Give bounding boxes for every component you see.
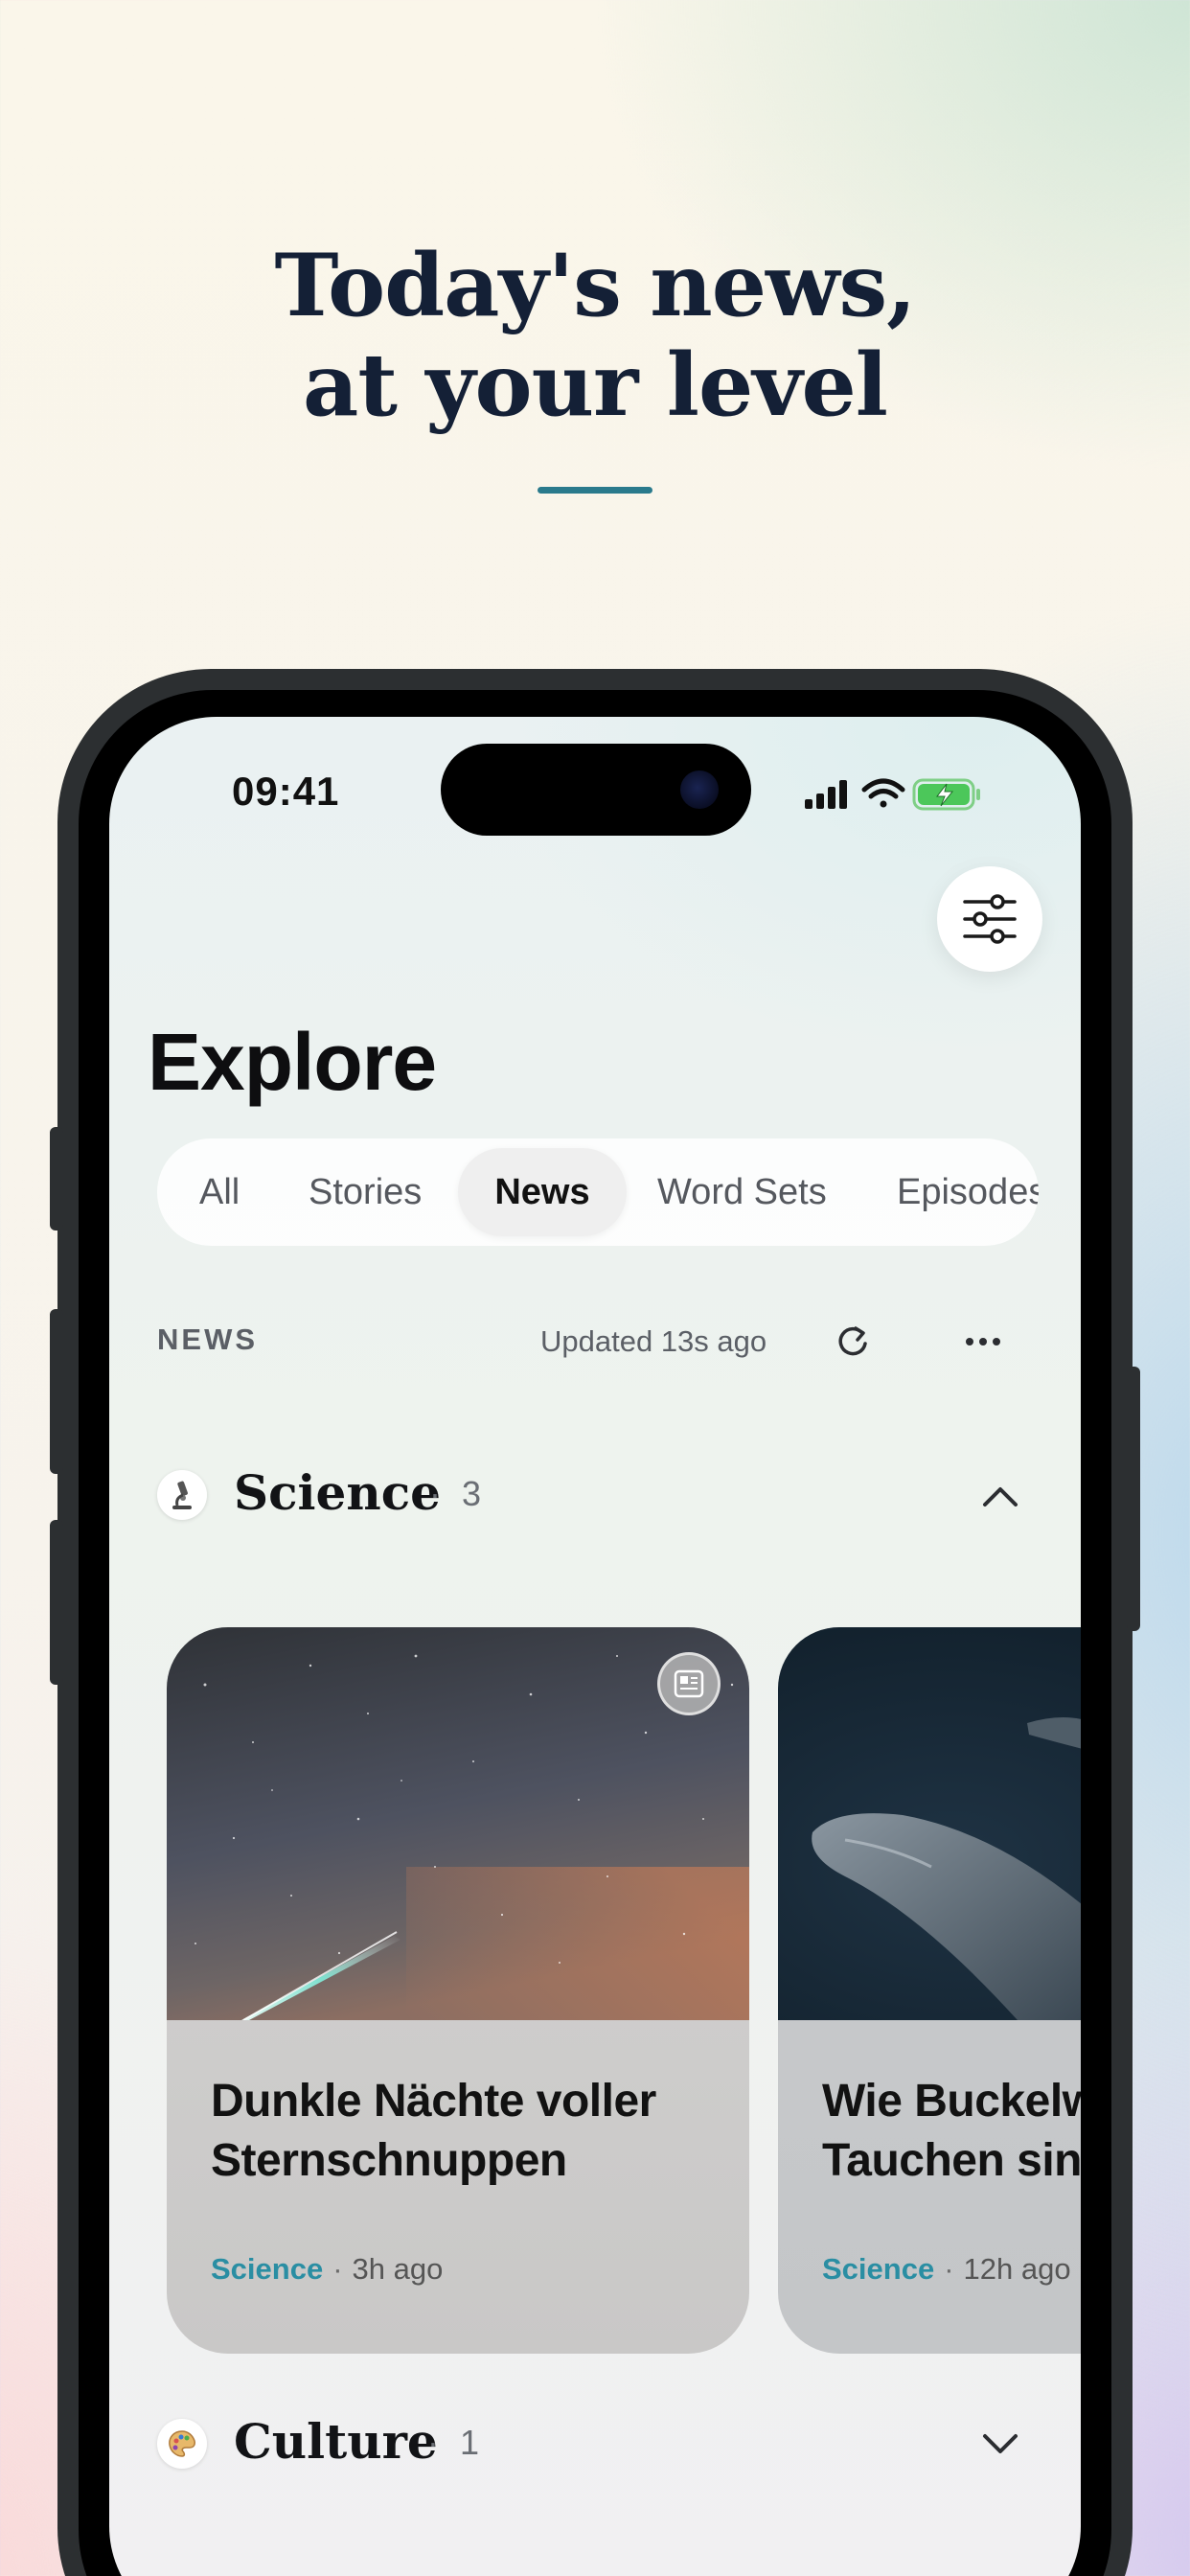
filter-button[interactable] (937, 866, 1042, 972)
article-category[interactable]: Science (822, 2252, 934, 2286)
meta-separator: · (332, 2252, 343, 2286)
tab-episodes[interactable]: Episodes (897, 1148, 1039, 1236)
category-name-science[interactable]: Science (234, 1464, 441, 1521)
signal-icon (805, 780, 847, 809)
wifi-icon (861, 778, 905, 808)
category-count-culture: 1 (460, 2423, 480, 2462)
sliders-icon (963, 894, 1017, 944)
tab-news[interactable]: News (458, 1148, 627, 1236)
status-time: 09:41 (232, 769, 340, 814)
tab-word-sets[interactable]: Word Sets (657, 1148, 827, 1236)
palette-icon (157, 2419, 207, 2469)
category-separator: · (427, 2423, 439, 2462)
page-title: Explore (148, 1017, 437, 1107)
hero-title-line1: Today's news, (274, 235, 917, 336)
volume-down-button (50, 1520, 63, 1685)
power-button (1127, 1367, 1140, 1631)
category-tabs: All Stories News Word Sets Episodes (157, 1138, 1039, 1246)
hero-title: Today's news, at your level (0, 236, 1190, 435)
refresh-icon[interactable] (832, 1321, 874, 1363)
tab-stories[interactable]: Stories (309, 1148, 422, 1236)
volume-up-button (50, 1309, 63, 1474)
article-title: Wie Buckelw Tauchen sin (822, 2076, 1081, 2186)
more-icon[interactable] (960, 1321, 1006, 1363)
chevron-down-icon[interactable] (979, 2430, 1021, 2459)
meta-separator: · (944, 2252, 954, 2286)
article-meta: Science · 3h ago (211, 2252, 443, 2287)
article-time: 3h ago (352, 2252, 444, 2286)
updated-label: Updated 13s ago (540, 1324, 767, 1358)
article-meta: Science · 12h ago (822, 2252, 1071, 2287)
article-card[interactable]: Wie Buckelw Tauchen sin Science · 12h ago (778, 1627, 1081, 2354)
category-name-culture[interactable]: Culture (234, 2413, 438, 2470)
article-card[interactable]: Dunkle Nächte voller Sternschnuppen Scie… (167, 1627, 749, 2354)
microscope-icon (157, 1470, 207, 1520)
article-type-badge (657, 1652, 721, 1715)
action-button (50, 1127, 63, 1230)
camera-icon (680, 770, 719, 809)
hero-underline (538, 487, 652, 494)
battery-charging-icon (912, 778, 980, 811)
chevron-up-icon[interactable] (979, 1482, 1021, 1510)
category-separator: · (429, 1474, 441, 1513)
status-icons (805, 778, 980, 811)
hero-title-line2: at your level (303, 334, 888, 436)
article-category[interactable]: Science (211, 2252, 323, 2286)
section-heading: NEWS (157, 1322, 258, 1356)
category-count-science: 3 (462, 1474, 482, 1513)
tab-all[interactable]: All (199, 1148, 240, 1236)
article-time: 12h ago (963, 2252, 1071, 2286)
app-screen: 09:41 Explore All Stories News Word Sets… (109, 717, 1081, 2576)
article-title: Dunkle Nächte voller Sternschnuppen (211, 2076, 656, 2186)
newspaper-icon (674, 1669, 704, 1698)
whale-image (778, 1627, 1081, 2020)
